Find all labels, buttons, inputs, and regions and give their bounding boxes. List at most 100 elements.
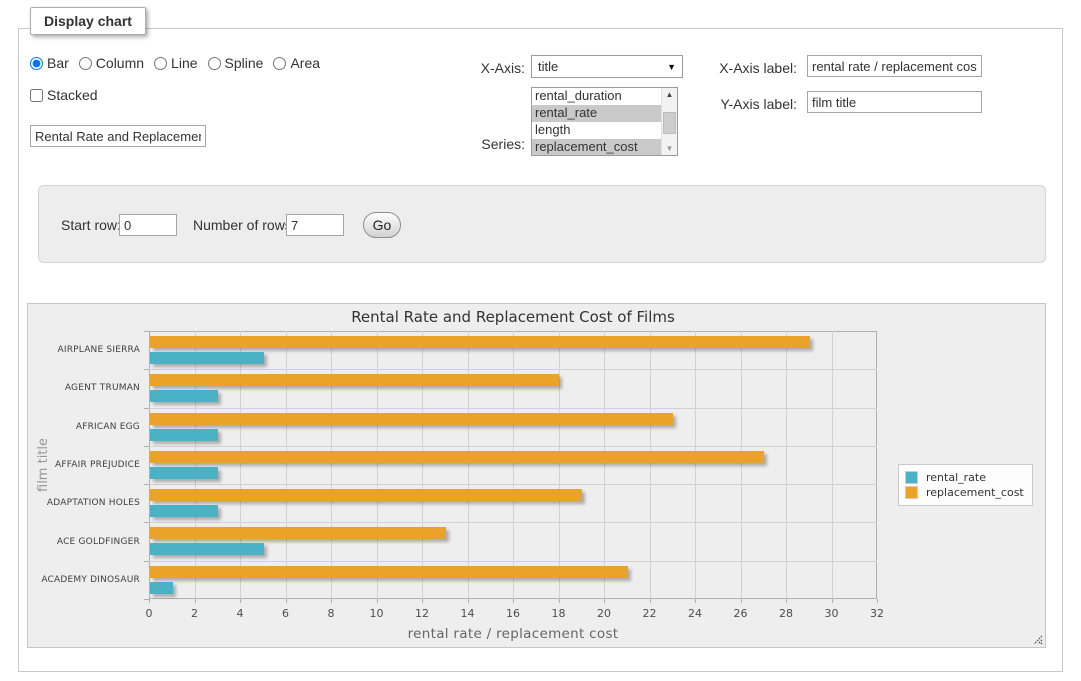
x-tick-mark: [195, 599, 196, 603]
legend-swatch: [905, 486, 918, 499]
x-tick-label: 4: [220, 607, 260, 620]
chart-title-input[interactable]: [30, 125, 206, 147]
series-option[interactable]: length: [532, 122, 661, 139]
gridline: [149, 369, 877, 370]
radio-area-input[interactable]: [273, 57, 286, 70]
chart-type-radio-group: Bar Column Line Spline Area: [30, 55, 320, 71]
y-tick-mark: [144, 446, 149, 447]
radio-spline-input[interactable]: [208, 57, 221, 70]
radio-bar-input[interactable]: [30, 57, 43, 70]
legend-label: replacement_cost: [926, 486, 1024, 499]
num-rows-input[interactable]: [286, 214, 344, 236]
x-tick-label: 24: [675, 607, 715, 620]
legend-swatch: [905, 471, 918, 484]
bar-replacement_cost[interactable]: [150, 566, 628, 578]
series-option[interactable]: rental_rate: [532, 105, 661, 122]
series-listbox[interactable]: rental_duration rental_rate length repla…: [531, 87, 678, 156]
radio-line[interactable]: Line: [154, 55, 197, 71]
gridline: [559, 331, 560, 599]
bar-replacement_cost[interactable]: [150, 374, 559, 386]
bar-replacement_cost[interactable]: [150, 413, 673, 425]
stacked-checkbox-row: Stacked: [30, 87, 98, 103]
y-tick-mark: [144, 599, 149, 600]
bar-replacement_cost[interactable]: [150, 451, 764, 463]
start-row-label: Start row:: [61, 217, 121, 233]
radio-line-label: Line: [171, 55, 197, 71]
x-axis-label-field-label: X-Axis label:: [688, 60, 797, 76]
x-axis-select[interactable]: title ▼: [531, 55, 683, 78]
x-tick-label: 20: [584, 607, 624, 620]
series-option[interactable]: rental_duration: [532, 88, 661, 105]
gridline: [286, 331, 287, 599]
scroll-thumb[interactable]: [663, 112, 676, 134]
stacked-checkbox[interactable]: Stacked: [30, 87, 98, 103]
radio-spline[interactable]: Spline: [208, 55, 264, 71]
x-tick-mark: [468, 599, 469, 603]
gridline: [422, 331, 423, 599]
x-tick-label: 16: [493, 607, 533, 620]
x-tick-label: 22: [630, 607, 670, 620]
scroll-down-icon[interactable]: ▼: [662, 142, 677, 155]
gridline: [741, 331, 742, 599]
series-option[interactable]: replacement_cost: [532, 139, 661, 156]
x-tick-label: 10: [357, 607, 397, 620]
gridline: [240, 331, 241, 599]
resize-handle-icon[interactable]: [1031, 633, 1043, 645]
bar-replacement_cost[interactable]: [150, 489, 582, 501]
radio-line-input[interactable]: [154, 57, 167, 70]
gridline: [149, 522, 877, 523]
gridline: [149, 446, 877, 447]
panel-legend: Display chart: [30, 7, 146, 35]
start-row-input[interactable]: [119, 214, 177, 236]
bar-rental_rate[interactable]: [150, 429, 218, 441]
bar-rental_rate[interactable]: [150, 467, 218, 479]
bar-replacement_cost[interactable]: [150, 527, 446, 539]
scroll-up-icon[interactable]: ▲: [662, 88, 677, 101]
x-tick-label: 12: [402, 607, 442, 620]
radio-area-label: Area: [290, 55, 320, 71]
series-scrollbar[interactable]: ▲ ▼: [661, 88, 677, 155]
radio-bar[interactable]: Bar: [30, 55, 69, 71]
x-tick-mark: [741, 599, 742, 603]
bar-rental_rate[interactable]: [150, 582, 173, 594]
bar-replacement_cost[interactable]: [150, 336, 810, 348]
radio-area[interactable]: Area: [273, 55, 320, 71]
y-tick-mark: [144, 484, 149, 485]
legend-item: replacement_cost: [905, 486, 1024, 499]
legend-item: rental_rate: [905, 471, 1024, 484]
y-axis-label-input[interactable]: [807, 91, 982, 113]
radio-column-input[interactable]: [79, 57, 92, 70]
x-axis-title: rental rate / replacement cost: [149, 626, 877, 642]
y-tick-mark: [144, 522, 149, 523]
x-tick-mark: [422, 599, 423, 603]
bar-rental_rate[interactable]: [150, 543, 264, 555]
x-tick-mark: [877, 599, 878, 603]
gridline: [650, 331, 651, 599]
gridline: [695, 331, 696, 599]
y-axis-label-field-label: Y-Axis label:: [688, 96, 797, 112]
go-button[interactable]: Go: [363, 212, 401, 238]
chart-legend: rental_rate replacement_cost: [898, 464, 1033, 506]
x-tick-label: 8: [311, 607, 351, 620]
y-tick-mark: [144, 561, 149, 562]
legend-label: rental_rate: [926, 471, 986, 484]
params-panel: Start row: Number of rows: Go: [38, 185, 1046, 263]
stacked-checkbox-input[interactable]: [30, 89, 43, 102]
gridline: [149, 484, 877, 485]
chart-panel: Rental Rate and Replacement Cost of Film…: [27, 303, 1046, 648]
bar-rental_rate[interactable]: [150, 390, 218, 402]
x-tick-mark: [559, 599, 560, 603]
gridline: [149, 561, 877, 562]
series-field-label: Series:: [440, 136, 525, 152]
x-axis-label-input[interactable]: [807, 55, 982, 77]
num-rows-label: Number of rows:: [193, 217, 296, 233]
radio-spline-label: Spline: [225, 55, 264, 71]
x-tick-label: 6: [266, 607, 306, 620]
bar-rental_rate[interactable]: [150, 505, 218, 517]
x-tick-label: 30: [812, 607, 852, 620]
radio-bar-label: Bar: [47, 55, 69, 71]
x-tick-mark: [286, 599, 287, 603]
bar-rental_rate[interactable]: [150, 352, 264, 364]
stacked-label: Stacked: [47, 87, 98, 103]
radio-column[interactable]: Column: [79, 55, 144, 71]
